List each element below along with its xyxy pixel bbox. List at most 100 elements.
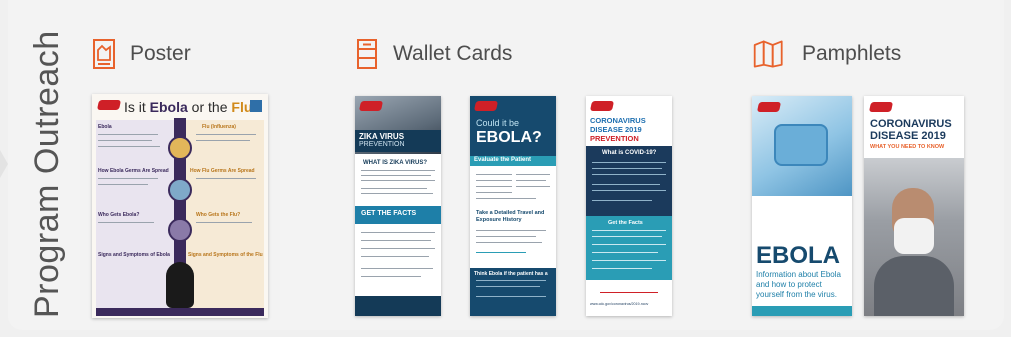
ebola-text-line bbox=[476, 252, 526, 253]
zika-logo bbox=[358, 101, 384, 111]
category-poster[interactable]: Poster bbox=[92, 38, 191, 70]
poster-text-line bbox=[98, 222, 154, 223]
covid-text-line bbox=[592, 162, 666, 163]
poster-icon-circle-3 bbox=[168, 218, 192, 242]
zika-text-line bbox=[361, 232, 435, 233]
poster-text-line bbox=[98, 146, 160, 147]
poster-text-line bbox=[196, 140, 250, 141]
covid-text-line bbox=[592, 184, 660, 185]
pamphlet-covid[interactable]: CORONAVIRUS DISEASE 2019 WHAT YOU NEED T… bbox=[864, 96, 964, 316]
category-label-pamphlets: Pamphlets bbox=[802, 42, 902, 65]
ebola-pamphlet-desc-3: yourself from the virus. bbox=[756, 290, 837, 299]
side-tab-notch bbox=[0, 150, 8, 178]
ebola-text-line bbox=[476, 198, 536, 199]
covid-pamphlet-logo bbox=[868, 102, 894, 112]
covid-text-line bbox=[592, 260, 666, 261]
ebola-card-head-2: EBOLA? bbox=[476, 129, 542, 146]
ebola-text-line bbox=[516, 174, 550, 175]
poster-right-head-4: Signs and Symptoms of the Flu bbox=[188, 252, 263, 258]
covid-pamphlet-title-1: CORONAVIRUS bbox=[870, 118, 952, 130]
category-wallet-cards[interactable]: Wallet Cards bbox=[355, 38, 512, 70]
ebola-text-line bbox=[476, 236, 536, 237]
poster-text-line bbox=[98, 184, 148, 185]
zika-text-line bbox=[361, 175, 431, 176]
poster-left-head-3: Who Gets Ebola? bbox=[98, 212, 140, 218]
poster-right-head-1: Flu (Influenza) bbox=[202, 124, 236, 130]
zika-question: WHAT IS ZIKA VIRUS? bbox=[363, 160, 427, 166]
covid-pamphlet-title-2: DISEASE 2019 bbox=[870, 130, 946, 142]
pamphlet-ebola[interactable]: EBOLA Information about Ebola and how to… bbox=[752, 96, 852, 316]
pamphlets-icon bbox=[753, 40, 783, 68]
covid-card-facts: Get the Facts bbox=[608, 220, 643, 226]
poster-left-head-1: Ebola bbox=[98, 124, 112, 130]
poster-icon bbox=[93, 39, 115, 69]
poster-thumbnail[interactable]: Is it Ebola or the Flu? Ebola How Ebola … bbox=[92, 94, 268, 318]
zika-text-line bbox=[361, 248, 435, 249]
poster-badge bbox=[250, 100, 262, 112]
wallet-card-ebola[interactable]: Could it be EBOLA? Evaluate the Patient … bbox=[470, 96, 556, 316]
poster-footer-bar bbox=[96, 308, 264, 316]
covid-card-head-2: DISEASE 2019 bbox=[590, 125, 642, 134]
wallet-card-zika[interactable]: ZIKA VIRUS PREVENTION WHAT IS ZIKA VIRUS… bbox=[355, 96, 441, 316]
zika-facts: GET THE FACTS bbox=[361, 210, 417, 217]
ebola-text-line bbox=[476, 230, 546, 231]
wallet-cards-icon bbox=[357, 39, 377, 69]
covid-dark-panel bbox=[586, 146, 672, 216]
ebola-pamphlet-logo bbox=[756, 102, 782, 112]
ebola-mask-shape bbox=[774, 124, 828, 166]
covid-text-line bbox=[592, 168, 662, 169]
ebola-pamphlet-desc-2: and how to protect bbox=[756, 280, 822, 289]
covid-text-line bbox=[592, 174, 666, 175]
poster-text-line bbox=[196, 222, 252, 223]
covid-text-line bbox=[592, 190, 666, 191]
covid-text-line bbox=[592, 268, 652, 269]
poster-icon-circle-2 bbox=[168, 178, 192, 202]
poster-text-line bbox=[98, 140, 152, 141]
poster-text-line bbox=[98, 134, 158, 135]
ebola-text-line bbox=[476, 180, 512, 181]
covid-card-head-1: CORONAVIRUS bbox=[590, 116, 646, 125]
poster-logo bbox=[96, 100, 122, 110]
zika-footer bbox=[355, 296, 441, 316]
zika-head-2: PREVENTION bbox=[359, 141, 405, 148]
ebola-card-sub-2: Take a Detailed Travel and Exposure Hist… bbox=[476, 210, 545, 223]
covid-card-logo bbox=[589, 101, 615, 111]
category-label-poster: Poster bbox=[130, 42, 191, 65]
zika-text-line bbox=[361, 240, 431, 241]
covid-card-url: www.cdc.gov/coronavirus/2019-ncov bbox=[590, 302, 649, 306]
poster-left-head-4: Signs and Symptoms of Ebola bbox=[98, 252, 170, 258]
ebola-card-head-1: Could it be bbox=[476, 118, 520, 128]
covid-card-question: What is COVID-19? bbox=[602, 150, 657, 156]
category-pamphlets[interactable]: Pamphlets bbox=[752, 38, 901, 70]
ebola-text-line bbox=[476, 280, 546, 281]
covid-shoulders-shape bbox=[874, 256, 954, 316]
covid-text-line bbox=[592, 200, 652, 201]
zika-head-1: ZIKA VIRUS bbox=[359, 132, 405, 141]
zika-text-line bbox=[361, 268, 433, 269]
poster-text-line bbox=[196, 134, 256, 135]
zika-text-line bbox=[361, 170, 435, 171]
ebola-pamphlet-footer bbox=[752, 306, 852, 316]
ebola-card-logo bbox=[473, 101, 499, 111]
wallet-card-covid[interactable]: CORONAVIRUS DISEASE 2019 PREVENTION What… bbox=[586, 96, 672, 316]
ebola-text-line bbox=[476, 192, 512, 193]
ebola-text-line bbox=[516, 186, 550, 187]
category-label-wallet-cards: Wallet Cards bbox=[393, 42, 513, 65]
covid-tissue-shape bbox=[894, 218, 934, 254]
covid-text-line bbox=[600, 292, 658, 293]
ebola-text-line bbox=[516, 180, 546, 181]
zika-text-line bbox=[361, 256, 429, 257]
covid-text-line bbox=[592, 244, 666, 245]
poster-body-illustration bbox=[166, 262, 194, 308]
outreach-panel: Program Outreach Poster Wallet Cards Pam… bbox=[0, 0, 1011, 337]
covid-pamphlet-sub: WHAT YOU NEED TO KNOW bbox=[870, 144, 945, 150]
covid-text-line bbox=[592, 230, 666, 231]
ebola-pamphlet-desc-1: Information about Ebola bbox=[756, 270, 841, 279]
poster-left-head-2: How Ebola Germs Are Spread bbox=[98, 168, 169, 174]
zika-text-line bbox=[361, 276, 421, 277]
covid-text-line bbox=[592, 236, 662, 237]
poster-icon-circle-1 bbox=[168, 136, 192, 160]
ebola-card-sub-3: Think Ebola if the patient has a bbox=[474, 271, 548, 277]
poster-text-line bbox=[196, 178, 256, 179]
zika-text-line bbox=[361, 193, 433, 194]
